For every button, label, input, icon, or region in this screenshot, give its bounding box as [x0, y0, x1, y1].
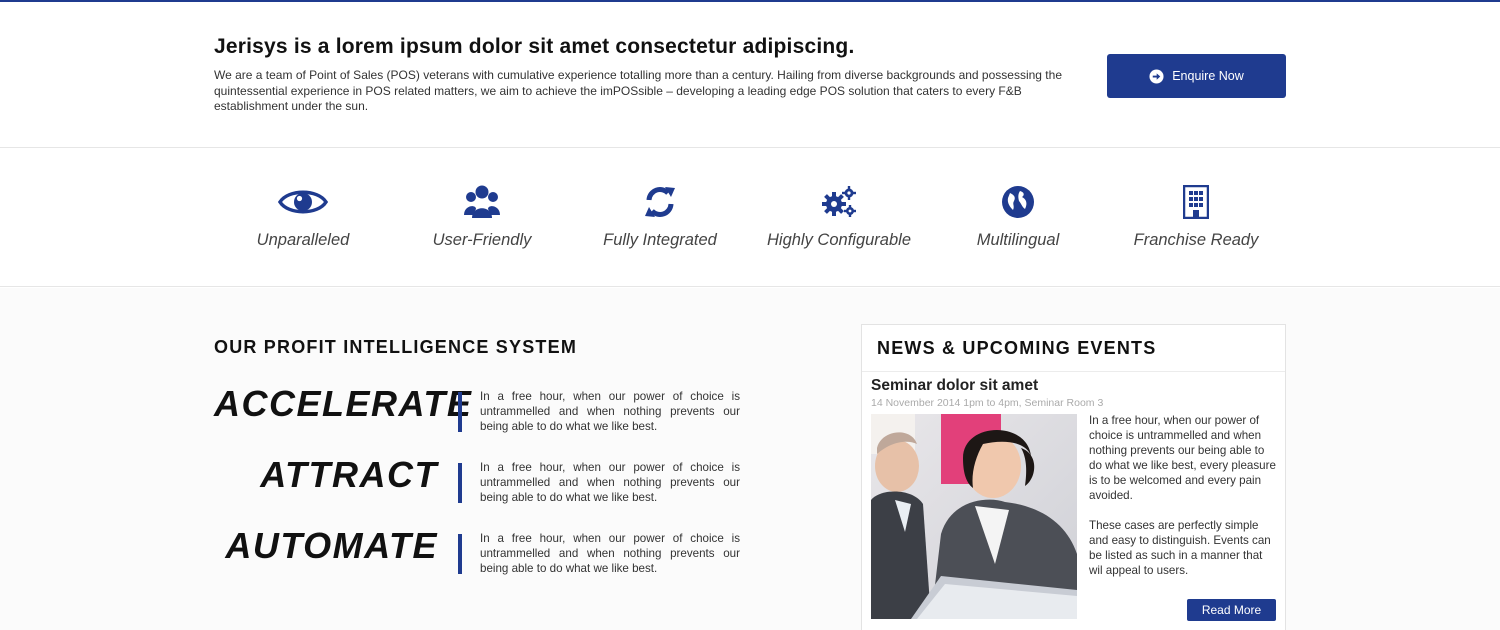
enquire-now-label: Enquire Now	[1172, 69, 1244, 83]
refresh-icon	[645, 187, 675, 217]
profit-item-divider	[458, 392, 462, 432]
globe-icon	[1002, 186, 1034, 218]
profit-item-attract: ATTRACT In a free hour, when our power o…	[214, 454, 754, 514]
profit-item-word: ACCELERATE	[214, 383, 473, 424]
read-more-button[interactable]: Read More	[1187, 599, 1276, 621]
building-icon	[1183, 185, 1209, 219]
intro-title: Jerisys is a lorem ipsum dolor sit amet …	[214, 35, 855, 58]
intro-text: We are a team of Point of Sales (POS) ve…	[214, 68, 1062, 113]
profit-item-accelerate: ACCELERATE In a free hour, when our powe…	[214, 383, 754, 443]
users-icon	[464, 185, 500, 218]
feature-label: Multilingual	[976, 231, 1060, 249]
lower-section: OUR PROFIT INTELLIGENCE SYSTEM ACCELERAT…	[0, 288, 1500, 630]
intro-section: Jerisys is a lorem ipsum dolor sit amet …	[0, 2, 1500, 148]
eye-icon	[278, 190, 328, 214]
event-description: In a free hour, when our power of choice…	[1089, 413, 1279, 578]
gears-icon	[822, 186, 856, 217]
event-paragraph: These cases are perfectly simple and eas…	[1089, 519, 1271, 577]
feature-label: User-Friendly	[432, 231, 532, 249]
feature-user-friendly: User-Friendly	[392, 149, 572, 287]
feature-multilingual: Multilingual	[928, 149, 1108, 287]
profit-section-title: OUR PROFIT INTELLIGENCE SYSTEM	[214, 337, 578, 357]
profit-item-automate: AUTOMATE In a free hour, when our power …	[214, 525, 754, 585]
profit-item-text: In a free hour, when our power of choice…	[480, 461, 740, 504]
features-section: Unparalleled User-Friendly Fully Integra	[0, 149, 1500, 287]
profit-item-text: In a free hour, when our power of choice…	[480, 390, 740, 433]
feature-label: Unparalleled	[256, 231, 350, 249]
feature-fully-integrated: Fully Integrated	[570, 149, 750, 287]
profit-item-divider	[458, 463, 462, 503]
profit-item-divider	[458, 534, 462, 574]
event-meta: 14 November 2014 1pm to 4pm, Seminar Roo…	[871, 397, 1104, 409]
feature-highly-configurable: Highly Configurable	[749, 149, 929, 287]
feature-unparalleled: Unparalleled	[213, 149, 393, 287]
event-paragraph: In a free hour, when our power of choice…	[1089, 414, 1276, 502]
event-photo	[871, 414, 1077, 619]
profit-item-text: In a free hour, when our power of choice…	[480, 532, 740, 575]
feature-label: Fully Integrated	[603, 231, 717, 249]
profit-item-word: AUTOMATE	[225, 525, 438, 566]
arrow-circle-right-icon	[1149, 68, 1164, 84]
profit-item-word: ATTRACT	[260, 454, 438, 495]
feature-franchise-ready: Franchise Ready	[1106, 149, 1286, 287]
feature-label: Franchise Ready	[1133, 231, 1259, 249]
news-divider	[862, 371, 1285, 372]
enquire-now-button[interactable]: Enquire Now	[1107, 54, 1286, 98]
news-panel-title: NEWS & UPCOMING EVENTS	[877, 338, 1157, 358]
news-panel: NEWS & UPCOMING EVENTS Seminar dolor sit…	[861, 324, 1286, 630]
event-title[interactable]: Seminar dolor sit amet	[871, 377, 1038, 395]
feature-label: Highly Configurable	[767, 231, 911, 249]
